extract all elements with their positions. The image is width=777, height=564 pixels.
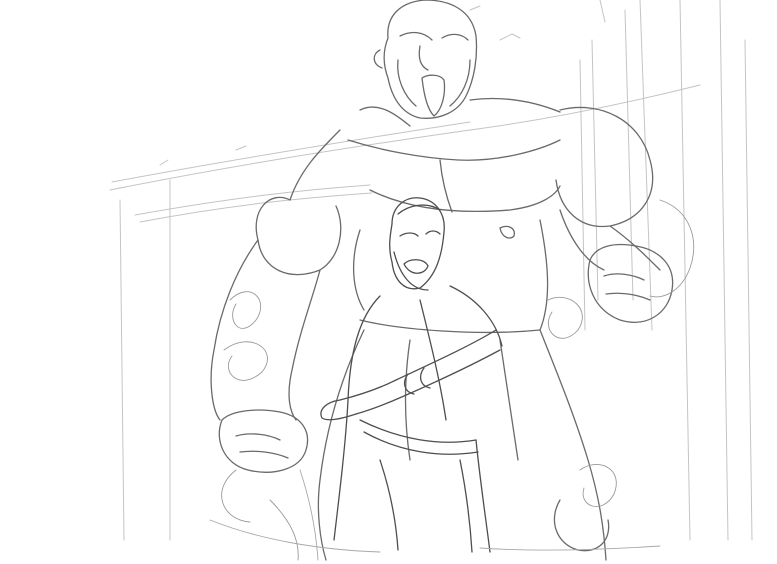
sketch-canvas [0,0,777,564]
pencil-sketch [0,0,777,564]
paper-background [0,0,777,564]
